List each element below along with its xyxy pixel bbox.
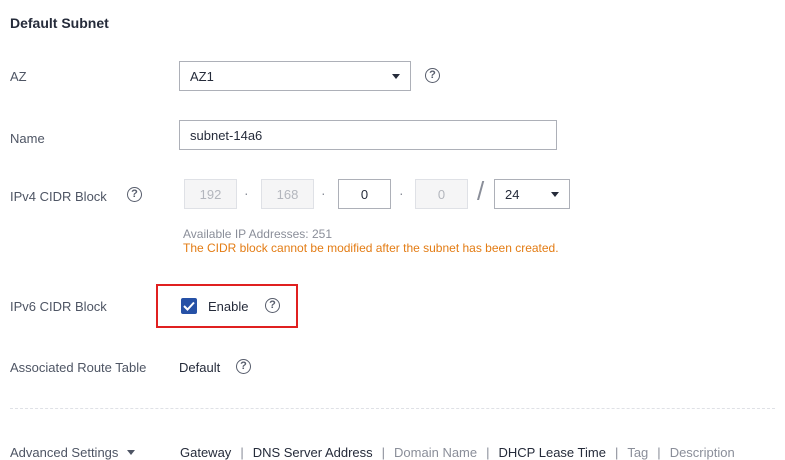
ipv4-dot: · [244, 185, 249, 201]
ipv4-octet-4: 0 [415, 179, 468, 209]
route-table-value: Default [179, 360, 221, 375]
ipv6-enable-checkbox[interactable] [181, 298, 197, 314]
name-input-value: subnet-14a6 [190, 127, 263, 143]
advanced-item-domain: Domain Name [394, 445, 478, 460]
advanced-item-description: Description [669, 445, 735, 460]
separator: | [614, 445, 619, 460]
cidr-warning-text: The CIDR block cannot be modified after … [183, 241, 559, 255]
chevron-down-icon [127, 450, 136, 455]
separator: | [486, 445, 490, 460]
ipv4-mask-select[interactable]: 24 [494, 179, 570, 209]
ipv4-label: IPv4 CIDR Block [10, 189, 107, 204]
advanced-item-tag: Tag [627, 445, 649, 460]
ipv6-enable-label[interactable]: Enable [208, 299, 248, 314]
ipv4-dot: · [321, 185, 326, 201]
advanced-settings-summary: Gateway | DNS Server Address | Domain Name | D… [180, 445, 735, 460]
route-table-label: Associated Route Table [10, 360, 147, 375]
ipv4-help-icon[interactable]: ? [127, 187, 142, 202]
az-select[interactable]: AZ1 [179, 61, 411, 91]
ipv4-mask-value: 24 [505, 186, 520, 202]
advanced-item-dns: DNS Server Address [252, 445, 373, 460]
separator: | [381, 445, 386, 460]
checkmark-icon [183, 301, 195, 311]
advanced-settings-toggle[interactable]: Advanced Settings [10, 445, 136, 460]
name-label: Name [10, 131, 45, 146]
advanced-settings-label: Advanced Settings [10, 445, 119, 460]
ipv4-octet-3-input[interactable]: 0 [338, 179, 391, 209]
section-title: Default Subnet [10, 15, 109, 31]
name-input[interactable]: subnet-14a6 [179, 120, 557, 150]
az-help-icon[interactable]: ? [425, 68, 440, 83]
route-table-help-icon[interactable]: ? [236, 359, 251, 374]
available-ips-text: Available IP Addresses: 251 [183, 227, 332, 241]
divider [10, 408, 775, 409]
ipv4-slash: / [477, 176, 485, 206]
separator: | [657, 445, 661, 460]
advanced-item-dhcp: DHCP Lease Time [498, 445, 606, 460]
chevron-down-icon [551, 191, 559, 197]
ipv6-label: IPv6 CIDR Block [10, 299, 107, 314]
separator: | [240, 445, 244, 460]
ipv4-octet-1: 192 [184, 179, 237, 209]
az-label: AZ [10, 69, 27, 84]
advanced-item-gateway: Gateway [180, 445, 232, 460]
ipv6-help-icon[interactable]: ? [265, 298, 280, 313]
ipv4-octet-2: 168 [261, 179, 314, 209]
ipv4-dot: · [399, 185, 404, 201]
chevron-down-icon [392, 73, 400, 79]
az-select-value: AZ1 [190, 68, 214, 84]
